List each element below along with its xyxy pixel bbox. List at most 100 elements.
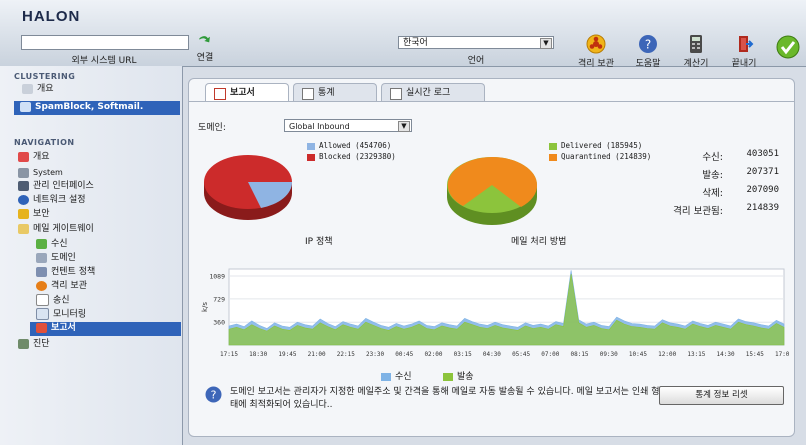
legend-label: Allowed (454706): [319, 141, 392, 150]
sidebar-item-label: 진단: [33, 339, 50, 349]
info-icon: ?: [205, 386, 222, 403]
y-tick-label: 729: [213, 295, 225, 303]
svg-text:?: ?: [211, 389, 217, 402]
stat-row-quarantined: 격리 보관됨: 214839: [639, 203, 779, 221]
sidebar-item-outbound[interactable]: 송신: [36, 294, 70, 307]
sidebar-item-cluster-overview[interactable]: 개요: [22, 83, 54, 96]
sidebar-item-reports[interactable]: 보고서: [30, 322, 181, 336]
sidebar-item-admin-interface[interactable]: 관리 인터페이스: [18, 180, 94, 193]
sidebar-item-system[interactable]: System: [18, 166, 63, 179]
help-icon: ?: [639, 35, 657, 53]
language-caption: 언어: [467, 56, 485, 66]
x-tick-label: 10:45: [629, 351, 647, 358]
sidebar-item-cluster-node[interactable]: SpamBlock, Softmail.: [14, 101, 180, 115]
stat-key: 삭제:: [702, 188, 723, 199]
stat-value: 207090: [746, 185, 779, 195]
ip-legend-allowed: Allowed (454706): [307, 141, 391, 150]
x-tick-label: 12:00: [658, 351, 676, 358]
tab-live-log[interactable]: 실시간 로그: [381, 83, 485, 101]
legend-label: 수신: [395, 372, 412, 382]
x-tick-label: 19:45: [278, 351, 296, 358]
legend-swatch: [549, 142, 557, 150]
report-icon: [214, 88, 226, 100]
inbound-arrow-icon: [36, 238, 47, 249]
sidebar-item-security[interactable]: 보안: [18, 208, 50, 221]
network-icon: [18, 194, 29, 205]
sidebar-item-label: 보안: [33, 209, 50, 219]
chevron-down-icon: ▼: [540, 38, 552, 49]
y-axis-label: k/s: [201, 302, 209, 312]
legend-label: Delivered (185945): [561, 141, 643, 150]
mail-pie-caption: 메일 처리 방법: [511, 237, 567, 247]
app-logo: HALON: [22, 8, 81, 25]
sidebar-item-diagnostics[interactable]: 진단: [18, 338, 50, 351]
quarantine-label: 격리 보관: [578, 59, 614, 69]
calculator-label: 계산기: [683, 59, 709, 69]
x-tick-label: 02:00: [424, 351, 442, 358]
tab-label: 실시간 로그: [406, 88, 451, 98]
stat-value: 207371: [746, 167, 779, 177]
logout-button[interactable]: 끝내기: [725, 34, 763, 69]
tab-statistics[interactable]: 통계: [293, 83, 377, 101]
sidebar-item-label: 개요: [37, 84, 54, 94]
sidebar-item-label: System: [33, 168, 63, 177]
sidebar: CLUSTERING 개요 SpamBlock, Softmail. NAVIG…: [0, 66, 183, 445]
x-tick-label: 00:45: [395, 351, 413, 358]
sidebar-item-content-policy[interactable]: 컨텐트 정책: [36, 266, 95, 279]
sidebar-item-monitoring[interactable]: 모니터링: [36, 308, 86, 321]
home-icon: [18, 151, 29, 162]
legend-label: 발송: [457, 372, 474, 382]
connect-label: 연결: [196, 53, 214, 63]
biohazard-icon: [36, 280, 47, 291]
system-icon: [18, 167, 29, 178]
monitor-icon: [18, 180, 29, 191]
x-tick-label: 08:15: [570, 351, 588, 358]
sidebar-item-label: SpamBlock, Softmail.: [35, 102, 144, 112]
mail-legend-delivered: Delivered (185945): [549, 141, 642, 150]
stat-value: 214839: [746, 203, 779, 213]
logout-label: 끝내기: [731, 59, 757, 69]
outbound-icon: [36, 294, 49, 306]
sidebar-item-domain[interactable]: 도메인: [36, 252, 76, 265]
sidebar-item-network[interactable]: 네트워크 설정: [18, 194, 86, 207]
external-url-input[interactable]: [21, 35, 189, 50]
sidebar-item-label: 모니터링: [53, 309, 87, 320]
language-value: 한국어: [403, 38, 428, 48]
x-tick-label: 22:15: [337, 351, 355, 358]
sidebar-item-overview[interactable]: 개요: [18, 151, 50, 164]
clustering-heading: CLUSTERING: [14, 72, 76, 81]
ip-legend-blocked: Blocked (2329380): [307, 152, 396, 161]
x-tick-label: 21:00: [308, 351, 326, 358]
folder-icon: [18, 223, 29, 234]
sidebar-item-mail-gateway[interactable]: 메일 게이트웨이: [18, 223, 94, 236]
mail-stats: 수신: 403051 발송: 207371 삭제: 207090 격리 보관됨: 214…: [639, 149, 779, 221]
calculator-button[interactable]: 계산기: [678, 34, 714, 69]
checkmark-icon[interactable]: [776, 35, 800, 59]
policy-icon: [36, 266, 47, 277]
x-tick-label: 14:30: [717, 351, 735, 358]
legend-swatch: [443, 372, 453, 381]
sidebar-item-label: 도메인: [51, 253, 76, 263]
connect-button[interactable]: 연결: [190, 34, 220, 63]
tab-report[interactable]: 보고서: [205, 83, 289, 101]
tab-bar: 보고서 통계 실시간 로그: [189, 79, 794, 102]
domain-value: Global Inbound: [289, 122, 350, 131]
navigation-heading: NAVIGATION: [14, 138, 75, 147]
quarantine-button[interactable]: 격리 보관: [575, 34, 617, 69]
x-tick-label: 23:30: [366, 351, 384, 358]
x-tick-label: 13:15: [687, 351, 705, 358]
domain-select[interactable]: Global Inbound ▼: [284, 119, 412, 132]
legend-swatch: [307, 142, 315, 150]
language-select[interactable]: 한국어 ▼: [398, 36, 554, 49]
exit-door-icon: [739, 36, 754, 52]
diagnostics-icon: [18, 338, 29, 349]
help-button[interactable]: ? 도움말: [630, 34, 666, 69]
svg-text:?: ?: [645, 38, 651, 52]
sidebar-item-inbound[interactable]: 수신: [36, 238, 68, 251]
reset-statistics-button[interactable]: 통계 정보 리셋: [659, 386, 784, 405]
stat-value: 403051: [746, 149, 779, 159]
help-label: 도움말: [635, 59, 661, 69]
domain-label: 도메인:: [198, 123, 226, 133]
cluster-icon: [22, 83, 33, 94]
sidebar-item-quarantine[interactable]: 격리 보관: [36, 280, 87, 293]
